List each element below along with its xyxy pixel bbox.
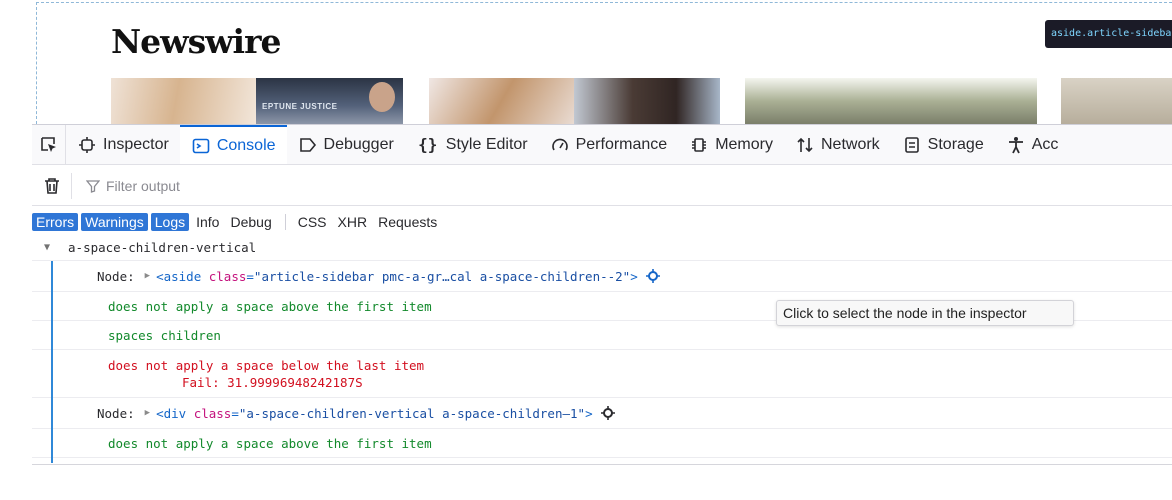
network-icon xyxy=(795,135,815,155)
tab-label: Memory xyxy=(715,135,773,153)
filter-errors[interactable]: Errors xyxy=(32,213,79,231)
tab-debugger[interactable]: Debugger xyxy=(287,125,405,164)
tab-label: Debugger xyxy=(323,135,394,153)
fail-message: does not apply a space below the last it… xyxy=(108,357,425,373)
thumbnail-caption: EPTUNE JUSTICE xyxy=(262,102,338,111)
tab-inspector[interactable]: Inspector xyxy=(66,125,180,164)
filter-logs[interactable]: Logs xyxy=(150,213,190,231)
article-thumbnail[interactable] xyxy=(574,78,720,124)
accessibility-icon xyxy=(1006,135,1026,155)
node-tag-close: > xyxy=(585,405,593,421)
thumbnail-person xyxy=(369,82,395,112)
console-group: Node: ▶ <aside class = "article-sidebar pm… xyxy=(32,261,1172,463)
group-indent-bar xyxy=(51,261,53,463)
tab-label: Acc xyxy=(1031,135,1059,153)
tab-network[interactable]: Network xyxy=(784,125,891,164)
memory-icon xyxy=(689,135,709,155)
node-label: Node: xyxy=(97,268,135,284)
tab-label: Inspector xyxy=(103,135,169,153)
toolbox-bottom-border xyxy=(32,464,1172,465)
node-attr-name: class xyxy=(208,268,247,284)
highlight-outline xyxy=(36,2,1172,3)
article-thumbnail[interactable] xyxy=(745,78,1037,124)
element-highlight-label: aside.article-sidebar xyxy=(1045,20,1172,48)
style-editor-icon: {} xyxy=(418,135,438,154)
performance-icon xyxy=(550,135,570,155)
node-attr-value: "a-space-children-vertical a-space-child… xyxy=(238,405,586,421)
clear-console-button[interactable] xyxy=(32,172,72,199)
article-thumbnail[interactable]: EPTUNE JUSTICE xyxy=(256,78,403,124)
element-picker-icon xyxy=(40,136,56,152)
log-level-filters: Errors Warnings Logs Info Debug CSS XHR … xyxy=(32,211,444,233)
select-node-target-icon[interactable] xyxy=(600,406,615,420)
filter-info[interactable]: Info xyxy=(192,213,223,231)
select-node-tooltip: Click to select the node in the inspecto… xyxy=(776,300,1074,326)
collapse-triangle-icon[interactable]: ▼ xyxy=(44,242,50,253)
expand-node-icon[interactable]: ▶ xyxy=(145,271,150,281)
console-group-header[interactable]: ▼ a-space-children-vertical xyxy=(32,235,1172,261)
console-message-node: Node: ▶ <div class = "a-space-children-ver… xyxy=(32,398,1172,429)
tab-accessibility[interactable]: Acc xyxy=(995,125,1070,164)
debugger-icon xyxy=(298,135,318,155)
tab-performance[interactable]: Performance xyxy=(539,125,679,164)
node-attr-value: "article-sidebar pmc-a-gr…cal a-space-ch… xyxy=(253,268,631,284)
node-tag-open[interactable]: <div xyxy=(156,406,186,421)
group-title: a-space-children-vertical xyxy=(68,240,257,255)
article-thumbnail[interactable] xyxy=(1061,78,1172,124)
filter-field[interactable] xyxy=(86,177,406,194)
filter-requests[interactable]: Requests xyxy=(374,213,441,231)
node-label: Node: xyxy=(97,405,135,421)
fail-detail: Fail: 31.99996948242187S xyxy=(182,374,363,390)
tab-memory[interactable]: Memory xyxy=(678,125,784,164)
select-node-target-icon[interactable] xyxy=(645,269,660,283)
filter-icon xyxy=(86,179,100,193)
devtools-toolbox: Inspector Console Debugger {} Style Edit… xyxy=(32,124,1172,465)
console-message-fail: does not apply a space below the last it… xyxy=(32,350,1172,398)
console-output: ▼ a-space-children-vertical Node: ▶ <asi… xyxy=(32,235,1172,463)
console-icon xyxy=(191,136,211,156)
filter-debug[interactable]: Debug xyxy=(226,213,275,231)
console-message-pass: does not apply a space above the first i… xyxy=(32,429,1172,458)
site-logo[interactable]: Newswire xyxy=(111,22,281,61)
node-tag-open[interactable]: <aside xyxy=(156,269,201,284)
filter-warnings[interactable]: Warnings xyxy=(81,213,148,231)
tab-storage[interactable]: Storage xyxy=(891,125,995,164)
element-picker-button[interactable] xyxy=(32,125,66,164)
page-preview: Newswire aside.article-sidebar EPTUNE JU… xyxy=(0,0,1172,124)
node-tag-close: > xyxy=(630,268,638,284)
highlight-outline-left xyxy=(36,2,37,124)
expand-node-icon[interactable]: ▶ xyxy=(145,408,150,418)
trash-icon xyxy=(44,177,59,194)
article-thumbnail[interactable] xyxy=(111,78,256,124)
filter-input[interactable] xyxy=(106,177,406,194)
storage-icon xyxy=(902,135,922,155)
tab-label: Console xyxy=(216,136,276,154)
filter-divider xyxy=(284,214,286,230)
article-thumbnail[interactable] xyxy=(429,78,574,124)
console-filter-bar xyxy=(32,166,1172,206)
inspector-icon xyxy=(77,135,97,155)
filter-xhr[interactable]: XHR xyxy=(334,213,372,231)
tab-label: Storage xyxy=(927,135,984,153)
node-attr-name: class xyxy=(193,405,232,421)
tab-label: Network xyxy=(820,135,880,153)
console-message-node: Node: ▶ <aside class = "article-sidebar pm… xyxy=(32,261,1172,292)
devtools-tabbar: Inspector Console Debugger {} Style Edit… xyxy=(32,125,1172,165)
tab-label: Style Editor xyxy=(445,135,528,153)
tab-style-editor[interactable]: {} Style Editor xyxy=(405,125,539,164)
filter-css[interactable]: CSS xyxy=(294,213,331,231)
tab-label: Performance xyxy=(575,135,668,153)
tab-console[interactable]: Console xyxy=(179,125,287,164)
